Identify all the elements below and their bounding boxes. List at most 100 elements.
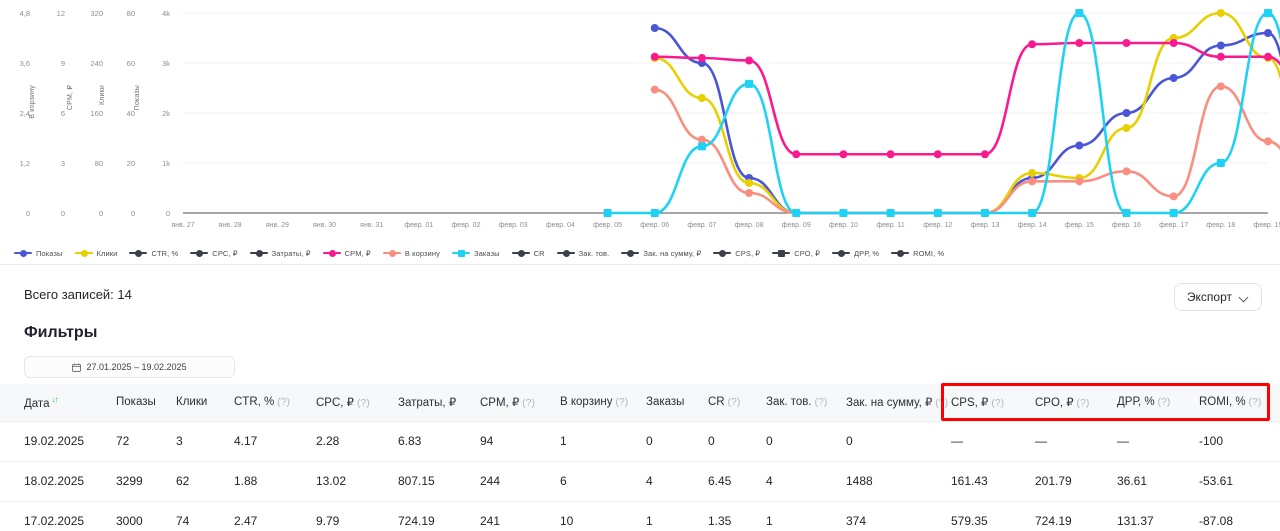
legend-label: Зак. на сумму, ₽ — [643, 249, 701, 258]
table-header-cell-5[interactable]: Затраты, ₽ — [390, 384, 472, 421]
chart-data-point[interactable] — [839, 150, 847, 158]
chart-data-point[interactable] — [1170, 74, 1178, 82]
chart-data-point[interactable] — [1170, 209, 1178, 217]
table-header-cell-8[interactable]: Заказы — [638, 384, 700, 421]
legend-item-11[interactable]: CPS, ₽ — [713, 249, 760, 258]
table-header-cell-12[interactable]: CPS, ₽ (?) — [943, 384, 1027, 421]
help-hint-icon[interactable]: (?) — [1155, 396, 1171, 408]
chart-data-point[interactable] — [1217, 42, 1225, 50]
chart-data-point[interactable] — [1028, 169, 1036, 177]
chart-data-point[interactable] — [1028, 209, 1036, 217]
table-header-cell-4[interactable]: CPC, ₽ (?) — [308, 384, 390, 421]
chart-data-point[interactable] — [651, 53, 659, 61]
table-header-cell-6[interactable]: CPM, ₽ (?) — [472, 384, 552, 421]
help-hint-icon[interactable]: (?) — [519, 397, 535, 409]
help-hint-icon[interactable]: (?) — [613, 396, 629, 408]
table-header-cell-1[interactable]: Показы — [108, 384, 168, 421]
chart-data-point[interactable] — [1028, 177, 1036, 185]
chart-data-point[interactable] — [1264, 9, 1272, 17]
chart-data-point[interactable] — [1122, 39, 1130, 47]
legend-marker-icon — [832, 249, 850, 258]
chart-data-point[interactable] — [651, 86, 659, 94]
chart-data-point[interactable] — [745, 189, 753, 197]
help-hint-icon[interactable]: (?) — [812, 396, 828, 408]
chart-data-point[interactable] — [745, 80, 753, 88]
chart-data-point[interactable] — [981, 209, 989, 217]
table-header-cell-15[interactable]: ROMI, % (?) — [1191, 384, 1280, 421]
chart-data-point[interactable] — [792, 209, 800, 217]
chart-data-point[interactable] — [1075, 177, 1083, 185]
legend-item-3[interactable]: CPC, ₽ — [190, 249, 237, 258]
legend-item-14[interactable]: ROMI, % — [891, 249, 944, 258]
chart-data-point[interactable] — [1217, 159, 1225, 167]
table-header-cell-2[interactable]: Клики — [168, 384, 226, 421]
help-hint-icon[interactable]: (?) — [274, 396, 290, 408]
legend-item-8[interactable]: CR — [512, 249, 545, 258]
legend-item-5[interactable]: CPM, ₽ — [323, 249, 371, 258]
chart-data-point[interactable] — [934, 150, 942, 158]
table-row[interactable]: 18.02.20253299621.8813.02807.15244646.45… — [0, 461, 1280, 501]
help-hint-icon[interactable]: (?) — [988, 397, 1004, 409]
chart-data-point[interactable] — [1075, 142, 1083, 150]
legend-item-6[interactable]: В корзину — [383, 249, 440, 258]
chart-data-point[interactable] — [1122, 109, 1130, 117]
chart-data-point[interactable] — [1264, 29, 1272, 37]
help-hint-icon[interactable]: (?) — [932, 397, 948, 409]
table-cell: 4.17 — [226, 421, 308, 461]
chart-data-point[interactable] — [698, 54, 706, 62]
chart-data-point[interactable] — [651, 209, 659, 217]
chart-data-point[interactable] — [887, 209, 895, 217]
help-hint-icon[interactable]: (?) — [725, 396, 741, 408]
table-row[interactable]: 19.02.20257234.172.286.839410000———-100 — [0, 421, 1280, 461]
chart-data-point[interactable] — [1075, 39, 1083, 47]
legend-item-7[interactable]: Заказы — [452, 249, 500, 258]
legend-item-2[interactable]: CTR, % — [129, 249, 178, 258]
legend-item-4[interactable]: Затраты, ₽ — [250, 249, 311, 258]
help-hint-icon[interactable]: (?) — [354, 397, 370, 409]
sort-arrows-icon[interactable]: ↓↑ — [51, 395, 57, 404]
chart-data-point[interactable] — [1264, 53, 1272, 61]
chart-data-point[interactable] — [745, 179, 753, 187]
chart-data-point[interactable] — [1217, 82, 1225, 90]
chart-data-point[interactable] — [1028, 40, 1036, 48]
legend-item-10[interactable]: Зак. на сумму, ₽ — [621, 249, 701, 258]
legend-item-12[interactable]: CPO, ₽ — [772, 249, 820, 258]
chart-data-point[interactable] — [1122, 209, 1130, 217]
chart-data-point[interactable] — [698, 94, 706, 102]
chart-data-point[interactable] — [651, 24, 659, 32]
legend-item-9[interactable]: Зак. тов. — [557, 249, 610, 258]
table-header-cell-3[interactable]: CTR, % (?) — [226, 384, 308, 421]
legend-item-1[interactable]: Клики — [75, 249, 118, 258]
table-row[interactable]: 17.02.20253000742.479.79724.192411011.35… — [0, 501, 1280, 531]
chart-data-point[interactable] — [698, 142, 706, 150]
chart-data-point[interactable] — [981, 150, 989, 158]
table-header-cell-7[interactable]: В корзину (?) — [552, 384, 638, 421]
legend-item-13[interactable]: ДРР, % — [832, 249, 879, 258]
chart-data-point[interactable] — [792, 150, 800, 158]
table-header-cell-13[interactable]: CPO, ₽ (?) — [1027, 384, 1109, 421]
chart-data-point[interactable] — [1122, 124, 1130, 132]
help-hint-icon[interactable]: (?) — [1246, 396, 1262, 408]
export-button[interactable]: Экспорт — [1174, 283, 1262, 311]
chart-data-point[interactable] — [934, 209, 942, 217]
date-range-picker[interactable]: 27.01.2025 – 19.02.2025 — [24, 356, 235, 378]
chart-data-point[interactable] — [604, 209, 612, 217]
chart-data-point[interactable] — [1264, 137, 1272, 145]
help-hint-icon[interactable]: (?) — [1074, 397, 1090, 409]
chart-data-point[interactable] — [1075, 9, 1083, 17]
chart-data-point[interactable] — [1170, 192, 1178, 200]
chart-data-point[interactable] — [1122, 167, 1130, 175]
chart-data-point[interactable] — [745, 57, 753, 65]
chart-data-point[interactable] — [1170, 39, 1178, 47]
table-header-cell-0[interactable]: Дата↓↑ — [0, 384, 108, 421]
chart-data-point[interactable] — [1217, 9, 1225, 17]
table-header-cell-10[interactable]: Зак. тов. (?) — [758, 384, 838, 421]
chart-legend[interactable]: Показы Клики CTR, % CPC, ₽ Затраты, ₽ CPM, ₽ В… — [0, 243, 1280, 263]
chart-data-point[interactable] — [887, 150, 895, 158]
chart-data-point[interactable] — [1217, 53, 1225, 61]
table-header-cell-11[interactable]: Зак. на сумму, ₽ (?) — [838, 384, 943, 421]
legend-item-0[interactable]: Показы — [14, 249, 63, 258]
table-header-cell-14[interactable]: ДРР, % (?) — [1109, 384, 1191, 421]
table-header-cell-9[interactable]: CR (?) — [700, 384, 758, 421]
chart-data-point[interactable] — [839, 209, 847, 217]
